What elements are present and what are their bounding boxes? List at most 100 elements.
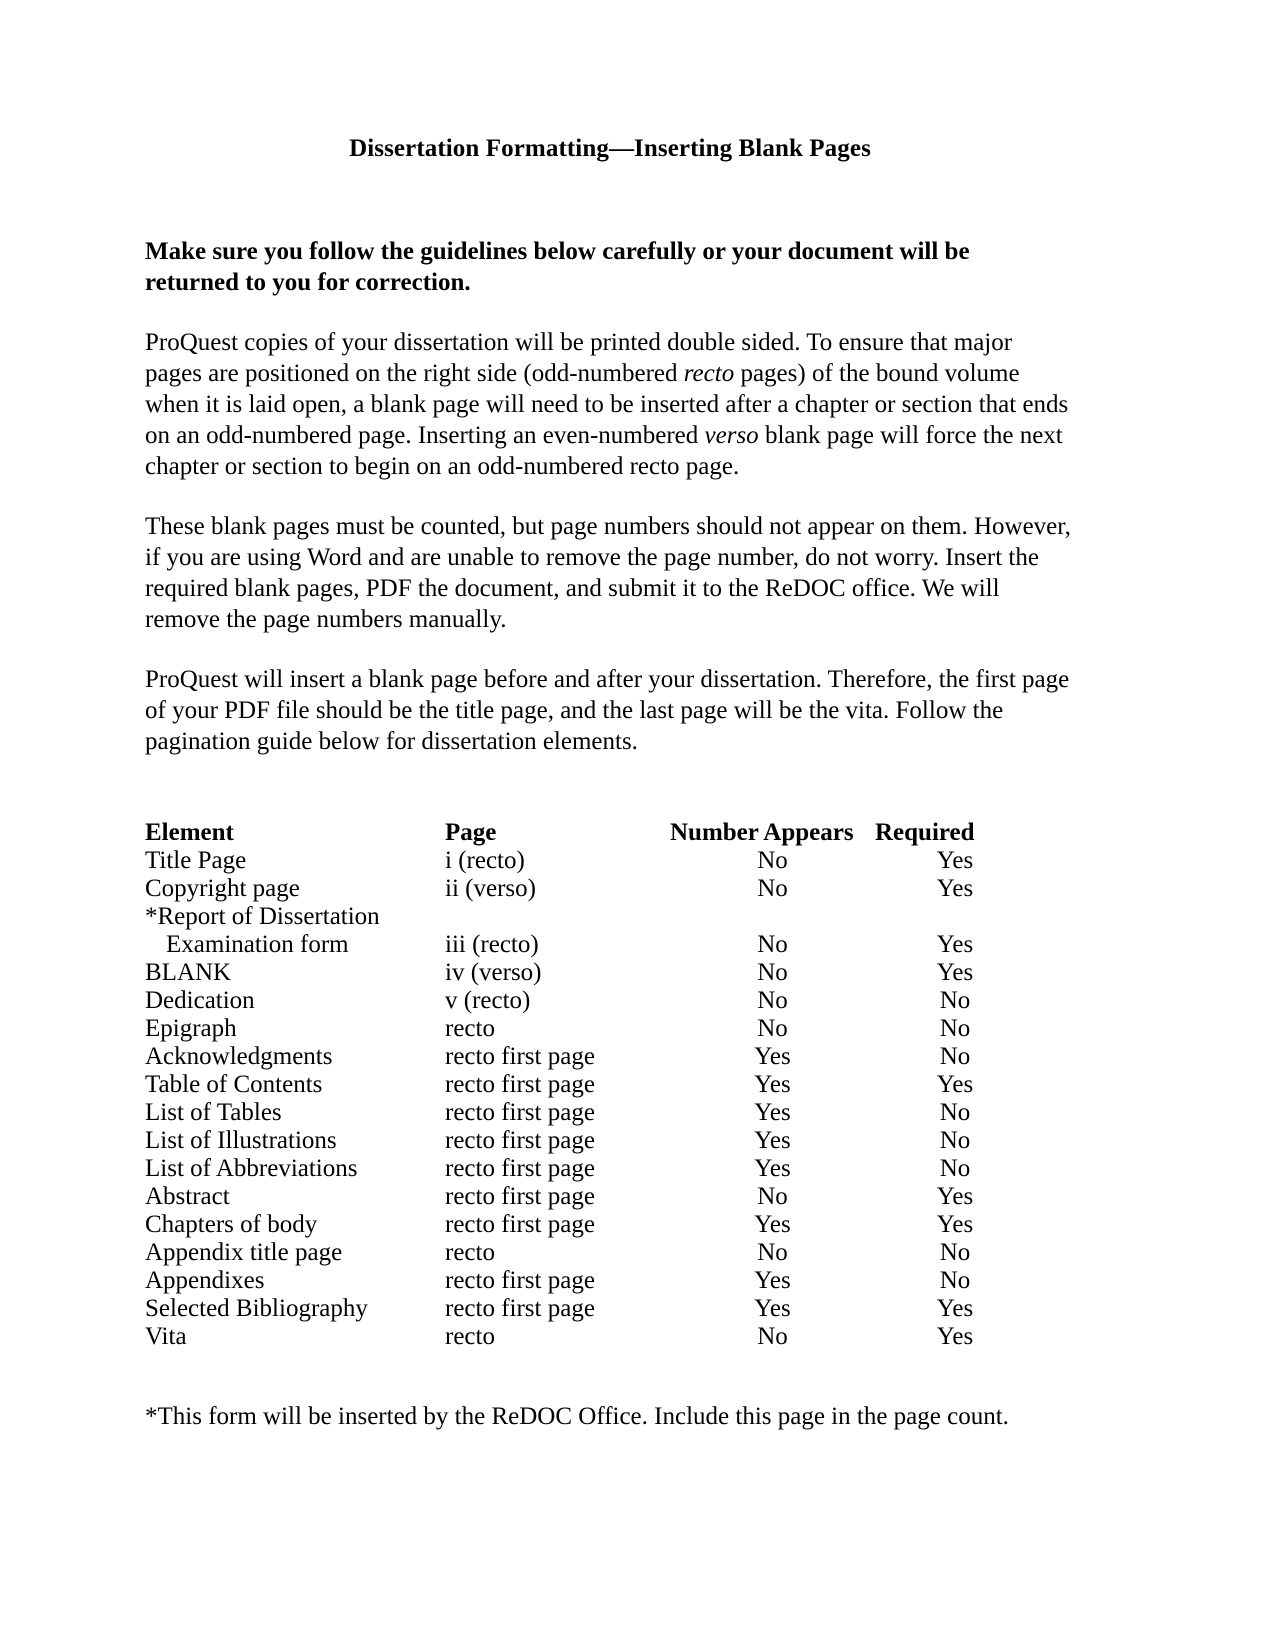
cell-page: recto first page [445, 1182, 595, 1210]
cell-required: Yes [936, 1210, 974, 1238]
cell-number-appears: No [757, 846, 788, 874]
table-row: Acknowledgments recto first page Yes No [145, 1043, 1035, 1071]
cell-required: Yes [936, 874, 974, 902]
cell-element: Appendix title page [145, 1238, 343, 1266]
cell-required: No [939, 1014, 971, 1042]
cell-required: No [939, 1238, 971, 1266]
cell-page: iv (verso) [445, 958, 542, 986]
document-page: Dissertation Formatting—Inserting Blank … [0, 0, 1275, 1650]
paragraph-3: ProQuest will insert a blank page before… [145, 665, 1070, 755]
cell-element: Acknowledgments [145, 1042, 333, 1070]
cell-page: recto [445, 1014, 495, 1042]
cell-element: List of Abbreviations [145, 1154, 358, 1182]
table-row: Epigraph recto No No [145, 1015, 1035, 1043]
paragraph-1-italic-recto: recto [683, 359, 735, 387]
cell-element: Selected Bibliography [145, 1294, 368, 1322]
cell-element: Copyright page [145, 874, 300, 902]
cell-page: recto first page [445, 1098, 595, 1126]
cell-required: Yes [936, 958, 974, 986]
cell-required: Yes [936, 1322, 974, 1350]
column-header-required: Required [875, 818, 975, 846]
cell-number-appears: No [757, 986, 788, 1014]
table-row: Dedication v (recto) No No [145, 987, 1035, 1015]
cell-number-appears: No [757, 1238, 788, 1266]
cell-required: Yes [936, 1182, 974, 1210]
cell-element: Examination form [166, 930, 349, 958]
cell-element: Table of Contents [145, 1070, 323, 1098]
pagination-table-body: Title Page i (recto) No Yes Copyright page ii… [145, 847, 1035, 1351]
cell-element: BLANK [145, 958, 232, 986]
cell-page: recto first page [445, 1294, 595, 1322]
cell-element: List of Tables [145, 1098, 282, 1126]
cell-number-appears: No [757, 1322, 788, 1350]
cell-page: recto first page [445, 1070, 595, 1098]
cell-required: Yes [936, 846, 974, 874]
cell-required: No [939, 1126, 971, 1154]
cell-required: No [939, 1266, 971, 1294]
cell-number-appears: No [757, 958, 788, 986]
table-header-row: Element Page Number Appears Required [145, 819, 1035, 847]
cell-number-appears: No [757, 1182, 788, 1210]
cell-number-appears: Yes [754, 1294, 791, 1322]
cell-number-appears: Yes [754, 1266, 791, 1294]
table-row: Abstract recto first page No Yes [145, 1183, 1035, 1211]
cell-number-appears [670, 903, 875, 931]
paragraph-1-italic-verso: verso [704, 421, 759, 449]
cell-required: No [939, 1154, 971, 1182]
page-title: Dissertation Formatting—Inserting Blank … [349, 135, 871, 162]
table-row: Vita recto No Yes [145, 1323, 1035, 1351]
table-row: Chapters of body recto first page Yes Yes [145, 1211, 1035, 1239]
cell-element: Vita [145, 1322, 187, 1350]
cell-page: recto first page [445, 1154, 595, 1182]
table-row: Title Page i (recto) No Yes [145, 847, 1035, 875]
table-row: List of Illustrations recto first page Yes… [145, 1127, 1035, 1155]
cell-page: ii (verso) [445, 874, 536, 902]
paragraph-2: These blank pages must be counted, but p… [145, 512, 1071, 633]
table-row: *Report of Dissertation [145, 903, 1035, 931]
pagination-table: Element Page Number Appears Required Tit… [145, 819, 1035, 1351]
cell-page: i (recto) [445, 846, 525, 874]
cell-element: Epigraph [145, 1014, 237, 1042]
cell-number-appears: Yes [754, 1098, 791, 1126]
footnote: *This form will be inserted by the ReDOC… [145, 1402, 1009, 1430]
table-row: Copyright page ii (verso) No Yes [145, 875, 1035, 903]
cell-required [875, 903, 1035, 931]
table-row: Appendixes recto first page Yes No [145, 1267, 1035, 1295]
cell-number-appears: No [757, 1014, 788, 1042]
cell-number-appears: Yes [754, 1210, 791, 1238]
column-header-element: Element [145, 818, 234, 846]
cell-page: recto [445, 1238, 495, 1266]
paragraph-1: ProQuest copies of your dissertation wil… [145, 298, 1075, 482]
table-row: Selected Bibliography recto first page Yes… [145, 1295, 1035, 1323]
pagination-table-head: Element Page Number Appears Required [145, 819, 1035, 847]
cell-element: *Report of Dissertation [145, 902, 380, 930]
cell-page: recto first page [445, 1126, 595, 1154]
table-row: Examination form iii (recto) No Yes [145, 931, 1035, 959]
cell-page: recto first page [445, 1042, 595, 1070]
cell-number-appears: No [757, 930, 788, 958]
document-content: Dissertation Formatting—Inserting Blank … [145, 135, 1075, 1432]
cell-element: List of Illustrations [145, 1126, 337, 1154]
table-row: Appendix title page recto No No [145, 1239, 1035, 1267]
cell-number-appears: Yes [754, 1070, 791, 1098]
column-header-number-appears: Number Appears [670, 818, 854, 846]
cell-number-appears: Yes [754, 1154, 791, 1182]
cell-element: Appendixes [145, 1266, 265, 1294]
cell-required: No [939, 986, 971, 1014]
cell-required: No [939, 1042, 971, 1070]
cell-number-appears: Yes [754, 1126, 791, 1154]
cell-element: Title Page [145, 846, 247, 874]
cell-page: iii (recto) [445, 930, 539, 958]
table-row: List of Tables recto first page Yes No [145, 1099, 1035, 1127]
cell-element: Chapters of body [145, 1210, 318, 1238]
cell-element: Dedication [145, 986, 255, 1014]
pagination-table-wrapper: Element Page Number Appears Required Tit… [145, 757, 1075, 1351]
cell-page [445, 903, 670, 931]
cell-element: Abstract [145, 1182, 230, 1210]
cell-required: Yes [936, 1070, 974, 1098]
cell-required: Yes [936, 930, 974, 958]
column-header-page: Page [445, 818, 497, 846]
cell-page: recto first page [445, 1266, 595, 1294]
cell-number-appears: Yes [754, 1042, 791, 1070]
table-row: List of Abbreviations recto first page Yes… [145, 1155, 1035, 1183]
